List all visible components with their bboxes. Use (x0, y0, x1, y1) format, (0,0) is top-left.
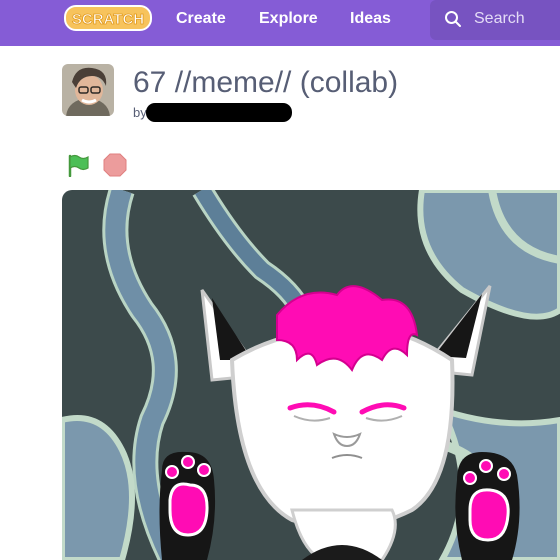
avatar-image (62, 64, 114, 116)
search-icon (445, 11, 461, 27)
project-stage[interactable] (62, 190, 560, 560)
scratch-logo[interactable]: SCRATCH (64, 4, 152, 32)
search-placeholder: Search (474, 10, 525, 27)
author-avatar[interactable] (62, 64, 114, 116)
stop-icon[interactable] (103, 153, 127, 177)
nav-create-link[interactable]: Create (176, 10, 226, 28)
right-paw (455, 452, 520, 560)
project-title: 67 //meme// (collab) (133, 66, 399, 99)
by-label: by (133, 105, 147, 120)
stage-artwork (62, 190, 560, 560)
left-paw (159, 451, 216, 560)
logo-text: SCRATCH (72, 11, 144, 28)
nav-explore-link[interactable]: Explore (259, 10, 318, 28)
green-flag-icon[interactable] (67, 153, 91, 177)
redacted-author-name (146, 103, 292, 122)
search-box[interactable]: Search (430, 0, 560, 40)
top-navigation-bar: SCRATCH Create Explore Ideas Search (0, 0, 560, 46)
nav-ideas-link[interactable]: Ideas (350, 10, 391, 28)
